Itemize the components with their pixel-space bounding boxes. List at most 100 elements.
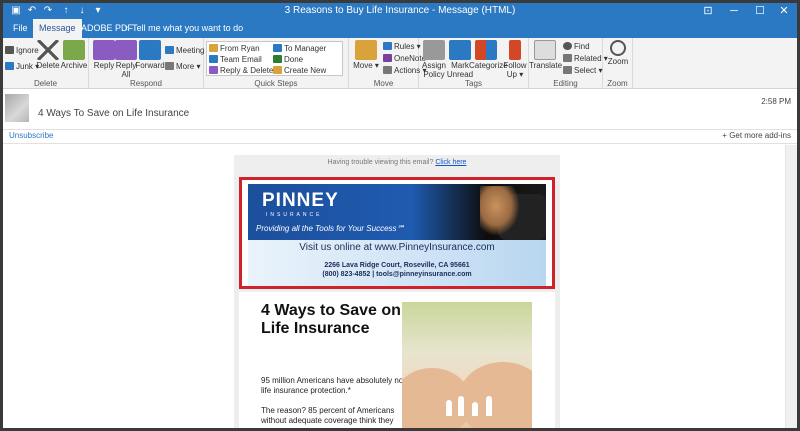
folder-icon: [209, 44, 218, 52]
check-icon: [273, 55, 282, 63]
zoom-button[interactable]: Zoom: [603, 40, 633, 66]
zoom-group: Zoom Zoom: [603, 38, 633, 89]
paragraph-1: 95 million Americans have absolutely no …: [261, 376, 404, 395]
sender-avatar: [5, 94, 29, 122]
follow-up-button[interactable]: Follow Up ▾: [501, 40, 529, 79]
minimize-icon[interactable]: ─: [721, 3, 747, 19]
move-folder-icon: [355, 40, 377, 60]
quick-step-team-email[interactable]: Team Email: [209, 54, 262, 65]
categorize-icon: [475, 40, 497, 60]
pinney-banner[interactable]: PINNEY INSURANCE Providing all the Tools…: [239, 177, 555, 289]
policy-icon: [423, 40, 445, 60]
paragraph-2: The reason? 85 percent of Americans with…: [261, 406, 395, 425]
article-headline: 4 Ways to Save on Life Insurance: [261, 302, 401, 337]
delete-icon: [37, 40, 59, 60]
reply-all-icon: [115, 40, 137, 60]
vertical-scrollbar[interactable]: [785, 145, 797, 428]
related-button[interactable]: Related ▾: [563, 53, 608, 64]
message-header: 4 Ways To Save on Life Insurance 2:58 PM: [3, 90, 797, 130]
arrow-icon: [273, 44, 282, 52]
reply-icon: [209, 66, 218, 74]
trouble-viewing: Having trouble viewing this email? Click…: [327, 159, 467, 166]
click-here-link[interactable]: Click here: [435, 159, 466, 166]
title-bar: ▣ ↶ ↷ ↑ ↓ ▾ 3 Reasons to Buy Life Insura…: [3, 3, 797, 19]
flag-icon: [509, 40, 521, 60]
categorize-button[interactable]: Categorize: [469, 40, 508, 70]
maximize-icon[interactable]: ☐: [747, 3, 773, 19]
close-icon[interactable]: ✕: [771, 3, 797, 19]
group-label: Delete: [33, 79, 58, 88]
select-icon: [563, 66, 572, 74]
tags-group: Assign Policy Mark Unread Categorize Follo…: [419, 38, 529, 89]
editing-group: Translate Find Related ▾ Select ▾ Editin…: [529, 38, 608, 89]
rules-icon: [383, 42, 392, 50]
unsubscribe-link[interactable]: Unsubscribe: [9, 131, 53, 140]
quick-step-done[interactable]: Done: [273, 54, 303, 65]
banner-header: PINNEY INSURANCE Providing all the Tools…: [248, 184, 546, 240]
forward-icon: [139, 40, 161, 60]
archive-button[interactable]: Archive: [59, 40, 89, 70]
quick-step-from-ryan[interactable]: From Ryan: [209, 43, 260, 54]
onenote-icon: [383, 54, 392, 62]
related-icon: [563, 54, 572, 62]
envelope-icon: [209, 55, 218, 63]
group-label: Tags: [465, 79, 482, 88]
paper-figure: [486, 396, 492, 416]
lightbulb-icon: ♀: [123, 23, 133, 33]
translate-icon: [534, 40, 556, 60]
select-button[interactable]: Select ▾: [563, 65, 602, 76]
find-icon: [563, 42, 572, 50]
group-label: Respond: [129, 79, 163, 88]
contact-info: 2266 Lava Ridge Court, Roseville, CA 956…: [322, 262, 472, 278]
message-body[interactable]: Having trouble viewing this email? Click…: [3, 145, 797, 428]
delete-group: Ignore Junk ▾ Delete Archive Delete: [3, 38, 89, 89]
archive-icon: [63, 40, 85, 60]
envelope-icon: [449, 40, 471, 60]
paper-figure: [446, 400, 452, 416]
move-group: Move ▾ Rules ▾ OneNote Actions ▾ Move: [349, 38, 426, 89]
quick-step-reply-delete[interactable]: Reply & Delete: [209, 65, 273, 76]
ignore-icon: [5, 46, 14, 54]
hand-with-keys-image: [480, 186, 520, 236]
forward-button[interactable]: Forward: [135, 40, 165, 70]
email-content: Having trouble viewing this email? Click…: [234, 155, 560, 428]
ribbon: Ignore Junk ▾ Delete Archive Delete Repl…: [3, 38, 797, 89]
ribbon-tabs: File Message ADOBE PDF ♀ Tell me what yo…: [3, 19, 797, 38]
find-button[interactable]: Find: [563, 41, 590, 52]
group-label: Editing: [553, 79, 578, 88]
right-palm: [458, 362, 532, 428]
quick-step-create-new[interactable]: Create New: [273, 65, 326, 76]
message-time: 2:58 PM: [761, 97, 791, 106]
respond-group: Reply Reply All Forward Meeting More ▾ Re…: [89, 38, 204, 89]
group-label: Quick Steps: [254, 79, 298, 88]
info-bar: Unsubscribe + Get more add-ins: [3, 130, 797, 144]
article-card: 4 Ways to Save on Life Insurance 95 mill…: [239, 292, 555, 428]
translate-button[interactable]: Translate: [529, 40, 562, 70]
ribbon-display-icon[interactable]: ⊡: [695, 3, 721, 19]
quick-steps-gallery: From Ryan To Manager Team Email Done Rep…: [206, 41, 343, 76]
banner-contact: Visit us online at www.PinneyInsurance.c…: [248, 240, 546, 286]
logo-subtitle: INSURANCE: [266, 212, 323, 218]
quick-step-to-manager[interactable]: To Manager: [273, 43, 326, 54]
actions-icon: [383, 66, 392, 74]
rules-button[interactable]: Rules ▾: [383, 41, 421, 52]
message-subject: 4 Ways To Save on Life Insurance: [38, 108, 190, 119]
meeting-icon: [165, 46, 174, 54]
paper-figure: [472, 402, 478, 416]
hands-family-photo: [402, 302, 532, 428]
tell-me-box[interactable]: ♀ Tell me what you want to do: [117, 19, 249, 38]
paper-figure: [458, 396, 464, 416]
group-label: Zoom: [607, 79, 628, 88]
more-icon: [165, 62, 174, 70]
move-button[interactable]: Move ▾: [351, 40, 381, 70]
junk-icon: [5, 62, 14, 70]
tab-file[interactable]: File: [7, 19, 34, 38]
more-respond-button[interactable]: More ▾: [165, 61, 200, 72]
outlook-message-window: ▣ ↶ ↷ ↑ ↓ ▾ 3 Reasons to Buy Life Insura…: [3, 3, 797, 428]
get-add-ins-button[interactable]: + Get more add-ins: [722, 131, 791, 140]
meeting-button[interactable]: Meeting: [165, 45, 204, 56]
tagline: Providing all the Tools for Your Success…: [256, 224, 405, 233]
pinney-logo: PINNEY: [262, 190, 339, 211]
group-label: Move: [373, 79, 394, 88]
visit-website[interactable]: Visit us online at www.PinneyInsurance.c…: [248, 242, 546, 253]
